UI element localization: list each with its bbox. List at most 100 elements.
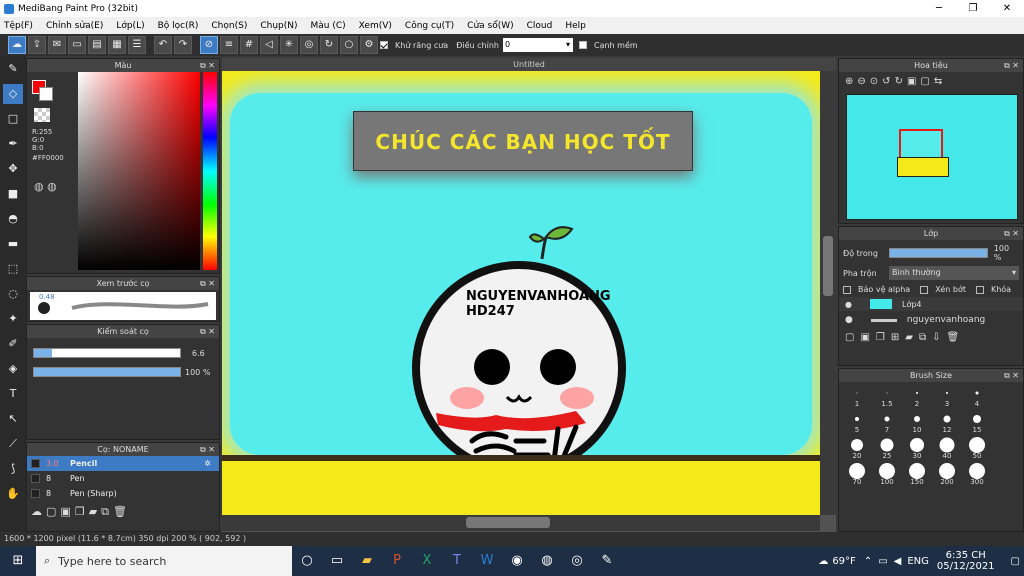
panel-menu-icon[interactable]: ⧉ ✕ (200, 59, 215, 72)
move-tool-icon[interactable]: ✥ (3, 159, 23, 179)
zoom-in-icon[interactable]: ⊕ (845, 76, 853, 87)
brush-size-option[interactable]: 2 (902, 383, 932, 409)
brush-size-option[interactable]: 100 (872, 461, 902, 487)
brush-size-option[interactable]: 7 (872, 409, 902, 435)
hue-slider[interactable] (203, 72, 217, 270)
comment-icon[interactable]: ▭ (68, 36, 86, 54)
menu-file[interactable]: Tệp(F) (4, 21, 33, 31)
brush-opacity-slider[interactable] (33, 367, 181, 377)
clock[interactable]: 6:35 CH 05/12/2021 (937, 550, 995, 572)
undo-icon[interactable]: ↶ (154, 36, 172, 54)
radial-snap-icon[interactable]: ✳ (280, 36, 298, 54)
menu-tools[interactable]: Công cụ(T) (405, 21, 454, 31)
rotate-left-icon[interactable]: ↺ (882, 76, 890, 87)
powerpoint-icon[interactable]: P (382, 546, 412, 576)
new-brush-icon[interactable]: ▢ (46, 505, 56, 519)
teams-icon[interactable]: T (442, 546, 472, 576)
new-layer-icon[interactable]: ▢ (845, 332, 854, 343)
merge-layer-icon[interactable]: ⇩ (932, 332, 940, 343)
brush-size-option[interactable]: 50 (962, 435, 992, 461)
grid-snap-icon[interactable]: # (240, 36, 258, 54)
list-icon[interactable]: ☰ (128, 36, 146, 54)
select-tool-icon[interactable]: ⬚ (3, 259, 23, 279)
layer-row[interactable]: ● Lớp4 (839, 297, 1023, 311)
menu-cloud[interactable]: Cloud (527, 21, 553, 31)
hand-tool-icon[interactable]: ✋ (3, 484, 23, 504)
select-eraser-icon[interactable]: ◈ (3, 359, 23, 379)
brush-item[interactable]: 3.0 Pencil ✲ (27, 456, 219, 471)
export-icon[interactable]: ⇪ (28, 36, 46, 54)
network-icon[interactable]: ▭ (878, 556, 887, 567)
menu-select[interactable]: Chọn(S) (211, 21, 247, 31)
protect-alpha-checkbox[interactable] (843, 285, 851, 294)
brush-size-option[interactable]: 1 (842, 383, 872, 409)
chat-icon[interactable]: ✉ (48, 36, 66, 54)
excel-icon[interactable]: X (412, 546, 442, 576)
menu-layer[interactable]: Lớp(L) (116, 21, 144, 31)
brush-size-option[interactable]: 3 (932, 383, 962, 409)
tray-arrow-icon[interactable]: ⌃ (864, 556, 872, 567)
select-pen-icon[interactable]: ✐ (3, 334, 23, 354)
transparent-swatch[interactable] (34, 108, 50, 122)
brush-size-option[interactable]: 30 (902, 435, 932, 461)
folder-icon[interactable]: ▰ (905, 332, 913, 343)
notification-icon[interactable]: ▢ (1011, 556, 1020, 567)
drawing-canvas[interactable]: CHÚC CÁC BẠN HỌC TỐT NGUYENVANHOANG HD24… (222, 71, 820, 515)
camera-icon[interactable]: ◎ (562, 546, 592, 576)
word-icon[interactable]: W (472, 546, 502, 576)
brush-size-option[interactable]: 40 (932, 435, 962, 461)
weather-temp[interactable]: 69°F (832, 556, 855, 567)
eraser-tool-icon[interactable]: ◇ (3, 84, 23, 104)
brush-size-option[interactable]: 20 (842, 435, 872, 461)
weather-icon[interactable]: ☁ (818, 556, 828, 567)
brush-size-slider[interactable] (33, 348, 181, 358)
menu-color[interactable]: Màu (C) (311, 21, 346, 31)
panel-menu-icon[interactable]: ⧉ ✕ (1004, 227, 1019, 240)
menu-window[interactable]: Cửa sổ(W) (467, 21, 513, 31)
page-icon[interactable]: ▤ (88, 36, 106, 54)
maximize-button[interactable]: ❐ (956, 0, 990, 17)
flip-icon[interactable]: ⇆ (934, 76, 942, 87)
gradient-tool-icon[interactable]: ▬ (3, 234, 23, 254)
brush-size-option[interactable]: 25 (872, 435, 902, 461)
color-swatches[interactable] (32, 80, 53, 101)
actual-size-icon[interactable]: ▢ (920, 76, 929, 87)
dot-tool-icon[interactable]: □ (3, 109, 23, 129)
brush-size-option[interactable]: 150 (902, 461, 932, 487)
blend-mode-select[interactable]: Bình thường ▾ (889, 266, 1019, 280)
menu-view[interactable]: Xem(V) (359, 21, 392, 31)
antialias-checkbox[interactable] (380, 41, 388, 49)
lasso-tool-icon[interactable]: ◌ (3, 284, 23, 304)
brush-size-option[interactable]: 15 (962, 409, 992, 435)
perspective-snap-icon[interactable]: ◁ (260, 36, 278, 54)
eye-icon[interactable]: ● (845, 300, 852, 309)
windows-start-icon[interactable]: ⊞ (0, 546, 36, 576)
minimize-button[interactable]: ─ (922, 0, 956, 17)
new-halftone-layer-icon[interactable]: ▣ (860, 332, 869, 343)
palette-icon[interactable]: ◍ ◍ (34, 180, 57, 193)
copy-layer-icon[interactable]: ❐ (876, 332, 885, 343)
no-snap-icon[interactable]: ⊘ (200, 36, 218, 54)
brush-item[interactable]: 8 Pen (Sharp) (27, 486, 219, 501)
horizontal-scroll-thumb[interactable] (466, 517, 550, 528)
cortana-icon[interactable]: ○ (292, 546, 322, 576)
vertical-scroll-thumb[interactable] (823, 236, 833, 296)
layer-opacity-slider[interactable] (888, 248, 988, 258)
folder-icon[interactable]: ▰ (89, 505, 97, 519)
taskbar-search[interactable]: ⌕ Type here to search (36, 546, 292, 576)
circle-snap-icon[interactable]: ◎ (300, 36, 318, 54)
navigator-thumbnail[interactable] (846, 94, 1018, 220)
menu-filter[interactable]: Bộ lọc(R) (158, 21, 199, 31)
eye-icon[interactable]: ● (845, 315, 853, 325)
bucket-tool-icon[interactable]: ◓ (3, 209, 23, 229)
panel-menu-icon[interactable]: ⧉ ✕ (200, 443, 215, 456)
fill-rect-icon[interactable]: ■ (3, 184, 23, 204)
task-view-icon[interactable]: ▭ (322, 546, 352, 576)
medibang-icon[interactable]: ✎ (592, 546, 622, 576)
grid-page-icon[interactable]: ▦ (108, 36, 126, 54)
brush-size-option[interactable]: 200 (932, 461, 962, 487)
zoom-out-icon[interactable]: ⊖ (857, 76, 865, 87)
operation-tool-icon[interactable]: ↖ (3, 409, 23, 429)
cloud-brush-icon[interactable]: ☁ (31, 505, 42, 519)
magic-wand-icon[interactable]: ✦ (3, 309, 23, 329)
